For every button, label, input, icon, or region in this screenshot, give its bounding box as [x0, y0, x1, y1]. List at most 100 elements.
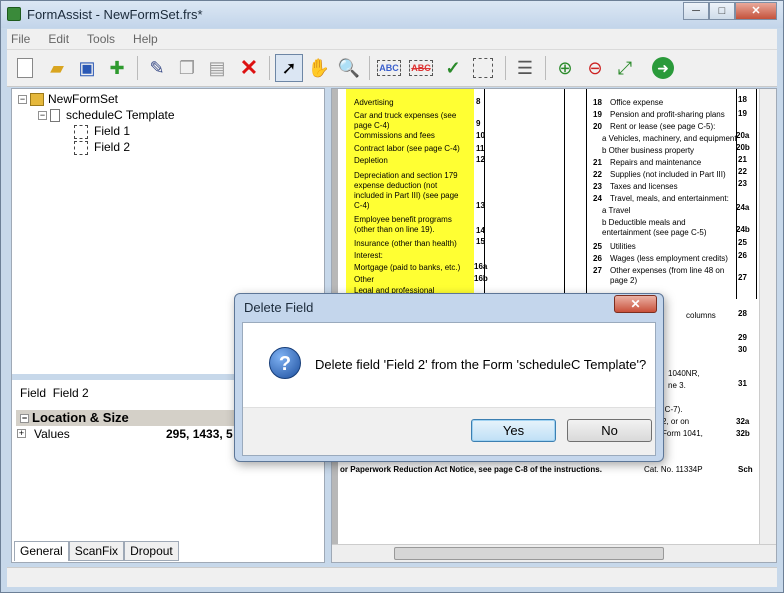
- property-header: Field Field 2: [20, 386, 89, 400]
- add-form-icon: ✚: [109, 57, 125, 78]
- form-line: [756, 89, 757, 299]
- open-folder-icon: ▰: [50, 57, 64, 78]
- menu-edit[interactable]: Edit: [48, 32, 69, 46]
- property-group-label: Location & Size: [32, 410, 129, 425]
- tree-label-template: scheduleC Template: [66, 108, 175, 122]
- paste-button[interactable]: ▤: [203, 54, 231, 82]
- toolbar-separator: [137, 56, 138, 80]
- form-line-number: 12: [476, 155, 485, 164]
- window-controls: ─ □ ✕: [683, 2, 777, 20]
- toolbar: ▰ ▣ ✚ ✎ ❐ ▤ ✕ ➚ ✋ 🔍 ABC ABC ✓ ☰ ⊕ ⊖ ⤢ ➜: [7, 49, 777, 87]
- form-line-number: 11: [476, 144, 485, 153]
- tab-scanfix[interactable]: ScanFix: [68, 541, 125, 561]
- form-text: columns: [686, 311, 716, 320]
- scrollbar-thumb[interactable]: [394, 547, 664, 560]
- form-line-number: 9: [476, 119, 481, 128]
- strike-text-button[interactable]: ABC: [407, 54, 435, 82]
- zoom-out-button[interactable]: ⊖: [581, 54, 609, 82]
- tab-general[interactable]: General: [14, 541, 69, 561]
- collapse-icon[interactable]: −: [20, 414, 29, 424]
- tree-node-root[interactable]: − NewFormSet: [18, 91, 118, 107]
- yes-button[interactable]: Yes: [471, 419, 556, 442]
- form-line-number: 20b: [736, 143, 750, 152]
- paste-icon: ▤: [208, 57, 226, 78]
- form-line-number: 32a: [736, 417, 750, 426]
- property-value[interactable]: 295, 1433, 5: [166, 426, 233, 442]
- close-button[interactable]: ✕: [735, 2, 777, 20]
- form-line-number: 31: [738, 379, 747, 388]
- zoom-in-button[interactable]: ⊕: [551, 54, 579, 82]
- dialog-close-button[interactable]: ✕: [614, 295, 657, 313]
- form-text: ne 3.: [668, 381, 686, 390]
- form-text: Rent or lease (see page C-5):: [610, 122, 716, 131]
- form-text: Interest:: [354, 251, 383, 260]
- properties-button[interactable]: ✎: [143, 54, 171, 82]
- menu-tools[interactable]: Tools: [87, 32, 115, 46]
- tab-dropout[interactable]: Dropout: [124, 541, 179, 561]
- fit-page-button[interactable]: ⤢: [611, 54, 639, 82]
- tree-node-template[interactable]: − scheduleC Template: [38, 107, 175, 123]
- form-text: Pension and profit-sharing plans: [610, 110, 725, 119]
- form-text: 2, or on: [662, 417, 690, 426]
- form-line-number: 21: [738, 155, 747, 164]
- page-list-button[interactable]: ☰: [511, 54, 539, 82]
- form-line-number: 30: [738, 345, 747, 354]
- form-text: Mortgage (paid to banks, etc.): [354, 263, 461, 272]
- form-text: Insurance (other than health): [354, 239, 457, 248]
- form-text: a Travel: [602, 206, 631, 215]
- text-field-button[interactable]: ABC: [375, 54, 403, 82]
- minimize-button[interactable]: ─: [683, 2, 709, 20]
- form-text: Other: [354, 275, 375, 284]
- save-button[interactable]: ▣: [73, 54, 101, 82]
- template-page-icon: [50, 109, 60, 123]
- form-text: Utilities: [610, 242, 636, 251]
- menu-help[interactable]: Help: [133, 32, 158, 46]
- form-text: b Deductible meals and entertainment (se…: [602, 218, 707, 237]
- horizontal-scrollbar[interactable]: [332, 544, 776, 562]
- zoom-select-button[interactable]: 🔍: [335, 54, 363, 82]
- form-line-number: 24a: [736, 203, 750, 212]
- form-text: Employee benefit programs (other than on…: [354, 215, 452, 234]
- tree-label-root: NewFormSet: [48, 92, 119, 106]
- copy-button[interactable]: ❐: [173, 54, 201, 82]
- form-line-number: 10: [476, 131, 485, 140]
- new-button[interactable]: [11, 54, 39, 82]
- vertical-scrollbar[interactable]: [759, 89, 776, 544]
- form-line-number: 28: [738, 309, 747, 318]
- collapse-icon[interactable]: −: [38, 111, 47, 121]
- strikethrough-text-icon: ABC: [409, 60, 433, 76]
- form-text: 1040NR,: [668, 369, 700, 378]
- form-line-number: 13: [476, 201, 485, 210]
- toolbar-separator: [505, 56, 506, 80]
- refresh-button[interactable]: ➜: [649, 54, 677, 82]
- form-text: Commissions and fees: [354, 131, 435, 140]
- add-form-button[interactable]: ✚: [103, 54, 131, 82]
- form-line-number: 15: [476, 237, 485, 246]
- form-line-number: 25: [738, 238, 747, 247]
- field-icon: [74, 124, 88, 139]
- pan-tool-button[interactable]: ✋: [305, 54, 333, 82]
- form-text: Taxes and licenses: [610, 182, 678, 191]
- save-icon: ▣: [78, 57, 96, 78]
- app-icon: [7, 7, 21, 21]
- delete-button[interactable]: ✕: [235, 54, 263, 82]
- property-header-value: Field 2: [52, 386, 89, 400]
- question-icon: ?: [269, 347, 301, 379]
- maximize-button[interactable]: □: [709, 2, 735, 20]
- checkmark-button[interactable]: ✓: [439, 54, 467, 82]
- collapse-icon[interactable]: −: [18, 95, 27, 105]
- form-text: Other expenses (from line 48 on page 2): [610, 266, 725, 285]
- no-button[interactable]: No: [567, 419, 652, 442]
- form-line-number: 23: [593, 182, 602, 191]
- select-tool-button[interactable]: ➚: [275, 54, 303, 82]
- checkmark-icon: ✓: [445, 57, 461, 78]
- bottom-tabs: General ScanFix Dropout: [14, 541, 179, 561]
- tree-node-field-2[interactable]: Field 2: [74, 139, 130, 155]
- open-button[interactable]: ▰: [43, 54, 71, 82]
- form-text: a Vehicles, machinery, and equipment: [602, 134, 737, 143]
- dashed-field-button[interactable]: [469, 54, 497, 82]
- menu-bar: File Edit Tools Help: [7, 29, 777, 49]
- tree-node-field-1[interactable]: Field 1: [74, 123, 130, 139]
- form-text: Travel, meals, and entertainment:: [610, 194, 729, 203]
- menu-file[interactable]: File: [11, 32, 30, 46]
